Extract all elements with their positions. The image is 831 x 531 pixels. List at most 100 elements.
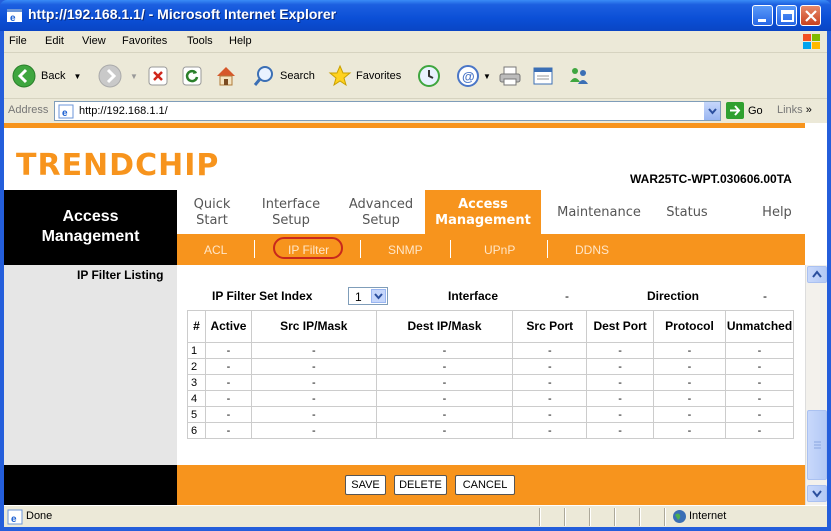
top-accent-line — [4, 123, 805, 128]
nav-interface-setup[interactable]: Interface Setup — [255, 197, 327, 229]
vertical-scrollbar[interactable] — [805, 265, 827, 505]
column-header-protocol: Protocol — [653, 310, 726, 343]
window-title-bar[interactable]: e http://192.168.1.1/ - Microsoft Intern… — [0, 0, 831, 31]
edit-button[interactable] — [531, 64, 555, 88]
maximize-button[interactable] — [776, 5, 797, 26]
scroll-thumb[interactable] — [807, 410, 827, 480]
status-text: Done — [26, 510, 53, 522]
go-button[interactable]: Go — [726, 102, 763, 119]
menu-favorites[interactable]: Favorites — [122, 35, 167, 47]
column-header-src-port: Src Port — [512, 310, 588, 343]
stop-button[interactable] — [147, 64, 169, 88]
firmware-model: WAR25TC-WPT.030606.00TA — [630, 172, 792, 186]
stop-icon — [148, 66, 168, 86]
nav-help[interactable]: Help — [757, 205, 797, 221]
subnav-upnp[interactable]: UPnP — [484, 243, 515, 257]
select-dropdown-button[interactable] — [371, 289, 386, 303]
status-divider — [639, 508, 641, 526]
links-toolbar[interactable]: Links » — [777, 104, 812, 116]
forward-dropdown-icon[interactable]: ▼ — [130, 72, 138, 81]
status-bar: e Done Internet — [4, 505, 827, 527]
edit-page-icon — [533, 67, 553, 85]
subnav-snmp[interactable]: SNMP — [388, 243, 423, 257]
scroll-down-button[interactable] — [807, 485, 827, 502]
refresh-button[interactable] — [181, 64, 203, 88]
menu-help[interactable]: Help — [229, 35, 252, 47]
search-label: Search — [280, 70, 315, 82]
menu-file[interactable]: File — [9, 35, 27, 47]
table-cell: - — [724, 358, 795, 375]
back-dropdown-icon[interactable]: ▼ — [73, 72, 81, 81]
chevron-down-icon — [374, 293, 383, 300]
nav-quick-start[interactable]: Quick Start — [187, 197, 237, 229]
back-button[interactable]: Back ▼ — [12, 64, 81, 88]
table-cell: - — [204, 374, 252, 391]
status-divider — [564, 508, 566, 526]
menu-view[interactable]: View — [82, 35, 106, 47]
set-index-select[interactable]: 1 — [348, 287, 388, 305]
svg-text:e: e — [62, 108, 68, 119]
status-divider — [589, 508, 591, 526]
delete-button[interactable]: DELETE — [394, 475, 447, 495]
table-cell: - — [653, 390, 726, 407]
page-done-icon: e — [7, 509, 23, 525]
interface-label: Interface — [448, 289, 499, 303]
table-cell: - — [653, 422, 726, 439]
search-button[interactable]: Search — [252, 64, 315, 88]
subnav-acl[interactable]: ACL — [204, 243, 227, 257]
links-label: Links — [777, 104, 803, 116]
address-dropdown-button[interactable] — [703, 102, 720, 120]
table-cell: 3 — [187, 374, 206, 391]
table-row: 6------- — [187, 422, 795, 439]
column-header-dest-port: Dest Port — [586, 310, 655, 343]
nav-maintenance[interactable]: Maintenance — [549, 205, 649, 221]
menu-tools[interactable]: Tools — [187, 35, 213, 47]
close-icon — [805, 10, 817, 22]
scroll-up-button[interactable] — [807, 266, 827, 283]
mail-dropdown-icon[interactable]: ▼ — [483, 72, 491, 81]
table-cell: - — [250, 422, 377, 439]
left-label-column — [4, 265, 177, 465]
favorites-button[interactable]: Favorites — [328, 64, 401, 88]
brand-logo: TRENDCHIP — [16, 148, 220, 183]
table-cell: - — [586, 390, 655, 407]
column-header-dest-ip: Dest IP/Mask — [375, 310, 514, 343]
page-icon: e — [58, 104, 74, 119]
column-header-number: # — [187, 310, 206, 343]
nav-status[interactable]: Status — [657, 205, 717, 221]
grip-icon — [814, 441, 821, 449]
table-cell: - — [512, 422, 588, 439]
footer-left — [4, 465, 177, 505]
table-cell: - — [204, 390, 252, 407]
home-icon — [217, 67, 235, 86]
mail-button[interactable]: @ ▼ — [456, 64, 491, 88]
section-heading-box: Access Management — [4, 190, 177, 265]
print-button[interactable] — [498, 64, 522, 88]
subnav-ddns[interactable]: DDNS — [575, 243, 609, 257]
menu-edit[interactable]: Edit — [45, 35, 64, 47]
save-button[interactable]: SAVE — [345, 475, 386, 495]
chevron-right-icon: » — [805, 104, 812, 116]
maximize-icon — [781, 10, 794, 22]
table-row: 4------- — [187, 390, 795, 407]
history-button[interactable] — [417, 64, 441, 88]
table-cell: 2 — [187, 358, 206, 375]
nav-access-management[interactable]: Access Management — [425, 190, 541, 234]
messenger-button[interactable] — [567, 64, 591, 88]
nav-advanced-setup[interactable]: Advanced Setup — [341, 197, 421, 229]
zone-label: Internet — [689, 510, 727, 522]
table-cell: - — [512, 374, 588, 391]
home-button[interactable] — [214, 64, 238, 88]
favorites-label: Favorites — [356, 70, 402, 82]
address-input[interactable]: e http://192.168.1.1/ — [54, 101, 721, 121]
ip-filter-listing-title: IP Filter Listing — [77, 268, 164, 282]
forward-button[interactable]: ▼ — [98, 64, 138, 88]
standard-toolbar: Back ▼ ▼ Search Favorites @ ▼ — [4, 53, 827, 99]
nav-quick-start-line1: Quick — [193, 197, 231, 212]
table-cell: - — [724, 406, 795, 423]
minimize-button[interactable] — [752, 5, 773, 26]
close-button[interactable] — [800, 5, 821, 26]
subnav-ip-filter[interactable]: IP Filter — [288, 243, 329, 257]
table-cell: - — [375, 374, 514, 391]
cancel-button[interactable]: CANCEL — [455, 475, 515, 495]
